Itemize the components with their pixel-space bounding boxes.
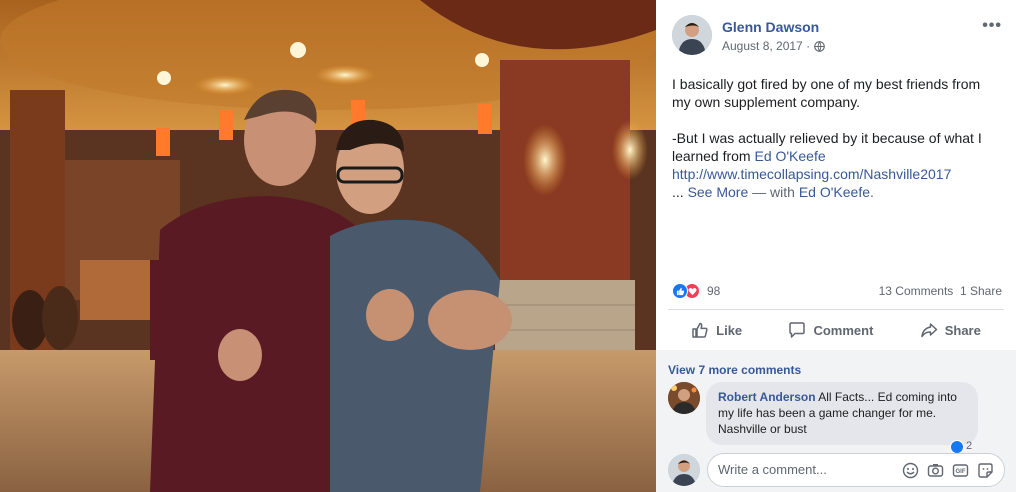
ellipsis: ... — [672, 184, 688, 200]
post-paragraph-1: I basically got fired by one of my best … — [672, 76, 981, 110]
post-meta: August 8, 2017 · — [722, 39, 825, 53]
commenter-avatar-image — [668, 382, 700, 414]
current-user-avatar-image — [668, 454, 700, 486]
comment-reaction-count[interactable]: 2 — [966, 440, 972, 452]
commenter-avatar[interactable] — [668, 382, 700, 414]
photo-illustration — [0, 0, 656, 492]
post-see-more-line: ... See More — with Ed O'Keefe. — [672, 183, 1002, 201]
author-avatar[interactable] — [672, 15, 712, 55]
like-label: Like — [716, 322, 743, 338]
reactions-summary: 98 13 Comments 1 Share — [672, 281, 1002, 301]
reaction-icons[interactable] — [672, 283, 706, 301]
more-options-icon[interactable]: ••• — [982, 17, 1002, 35]
sticker-icon[interactable] — [977, 462, 994, 479]
period: . — [870, 184, 874, 200]
share-icon — [920, 323, 937, 338]
share-label: Share — [944, 322, 981, 338]
external-url-link[interactable]: http://www.timecollapsing.com/Nashville2… — [672, 166, 951, 182]
post-header: Glenn Dawson August 8, 2017 · ••• — [672, 15, 1002, 59]
svg-text:GIF: GIF — [956, 469, 966, 475]
author-name[interactable]: Glenn Dawson — [722, 19, 819, 35]
engagement-counts: 13 Comments 1 Share — [879, 284, 1002, 298]
tagged-user-link[interactable]: Ed O'Keefe — [799, 184, 870, 200]
comment-like-reaction-icon[interactable] — [950, 440, 964, 454]
thumbs-up-icon — [692, 322, 708, 338]
gif-icon[interactable]: GIF — [952, 462, 969, 479]
post-paragraph-2-text: -But I was actually relieved by it becau… — [672, 130, 982, 164]
view-more-comments-link[interactable]: View 7 more comments — [668, 363, 801, 377]
globe-icon — [814, 40, 825, 52]
comment-bubble: Robert Anderson All Facts... Ed coming i… — [706, 382, 978, 445]
commenter-name[interactable]: Robert Anderson — [718, 390, 816, 404]
post-date[interactable]: August 8, 2017 · — [722, 39, 810, 53]
post-actions: Like Comment Share — [668, 314, 1004, 346]
comment-icon — [789, 322, 806, 338]
see-more-link[interactable]: See More — [688, 184, 749, 200]
post-paragraph-2: -But I was actually relieved by it becau… — [672, 129, 1002, 165]
comment-composer: GIF — [668, 453, 1008, 487]
share-button[interactable]: Share — [920, 321, 981, 339]
avatar-image — [672, 15, 712, 55]
comment-button[interactable]: Comment — [788, 321, 873, 339]
post-photo[interactable] — [0, 0, 656, 492]
current-user-avatar — [668, 454, 700, 486]
composer-icons: GIF — [902, 462, 994, 479]
like-button[interactable]: Like — [691, 321, 742, 339]
emoji-icon[interactable] — [902, 462, 919, 479]
mention-link[interactable]: Ed O'Keefe — [754, 148, 825, 164]
reaction-count[interactable]: 98 — [707, 284, 720, 298]
comment-count[interactable]: 13 Comments — [879, 284, 954, 298]
comment-input-box[interactable]: GIF — [707, 453, 1005, 487]
camera-icon[interactable] — [927, 462, 944, 479]
divider — [668, 309, 1004, 310]
comment-input[interactable] — [718, 462, 908, 477]
post-url-line: http://www.timecollapsing.com/Nashville2… — [672, 165, 1002, 183]
with-prefix: — with — [748, 184, 799, 200]
comments-section: View 7 more comments Robert Anderson All… — [656, 350, 1016, 492]
like-reaction-icon — [672, 283, 688, 299]
post-panel: Glenn Dawson August 8, 2017 · ••• I basi… — [656, 0, 1016, 492]
share-count[interactable]: 1 Share — [960, 284, 1002, 298]
comment-label: Comment — [813, 322, 874, 338]
post-text: I basically got fired by one of my best … — [672, 75, 1002, 201]
